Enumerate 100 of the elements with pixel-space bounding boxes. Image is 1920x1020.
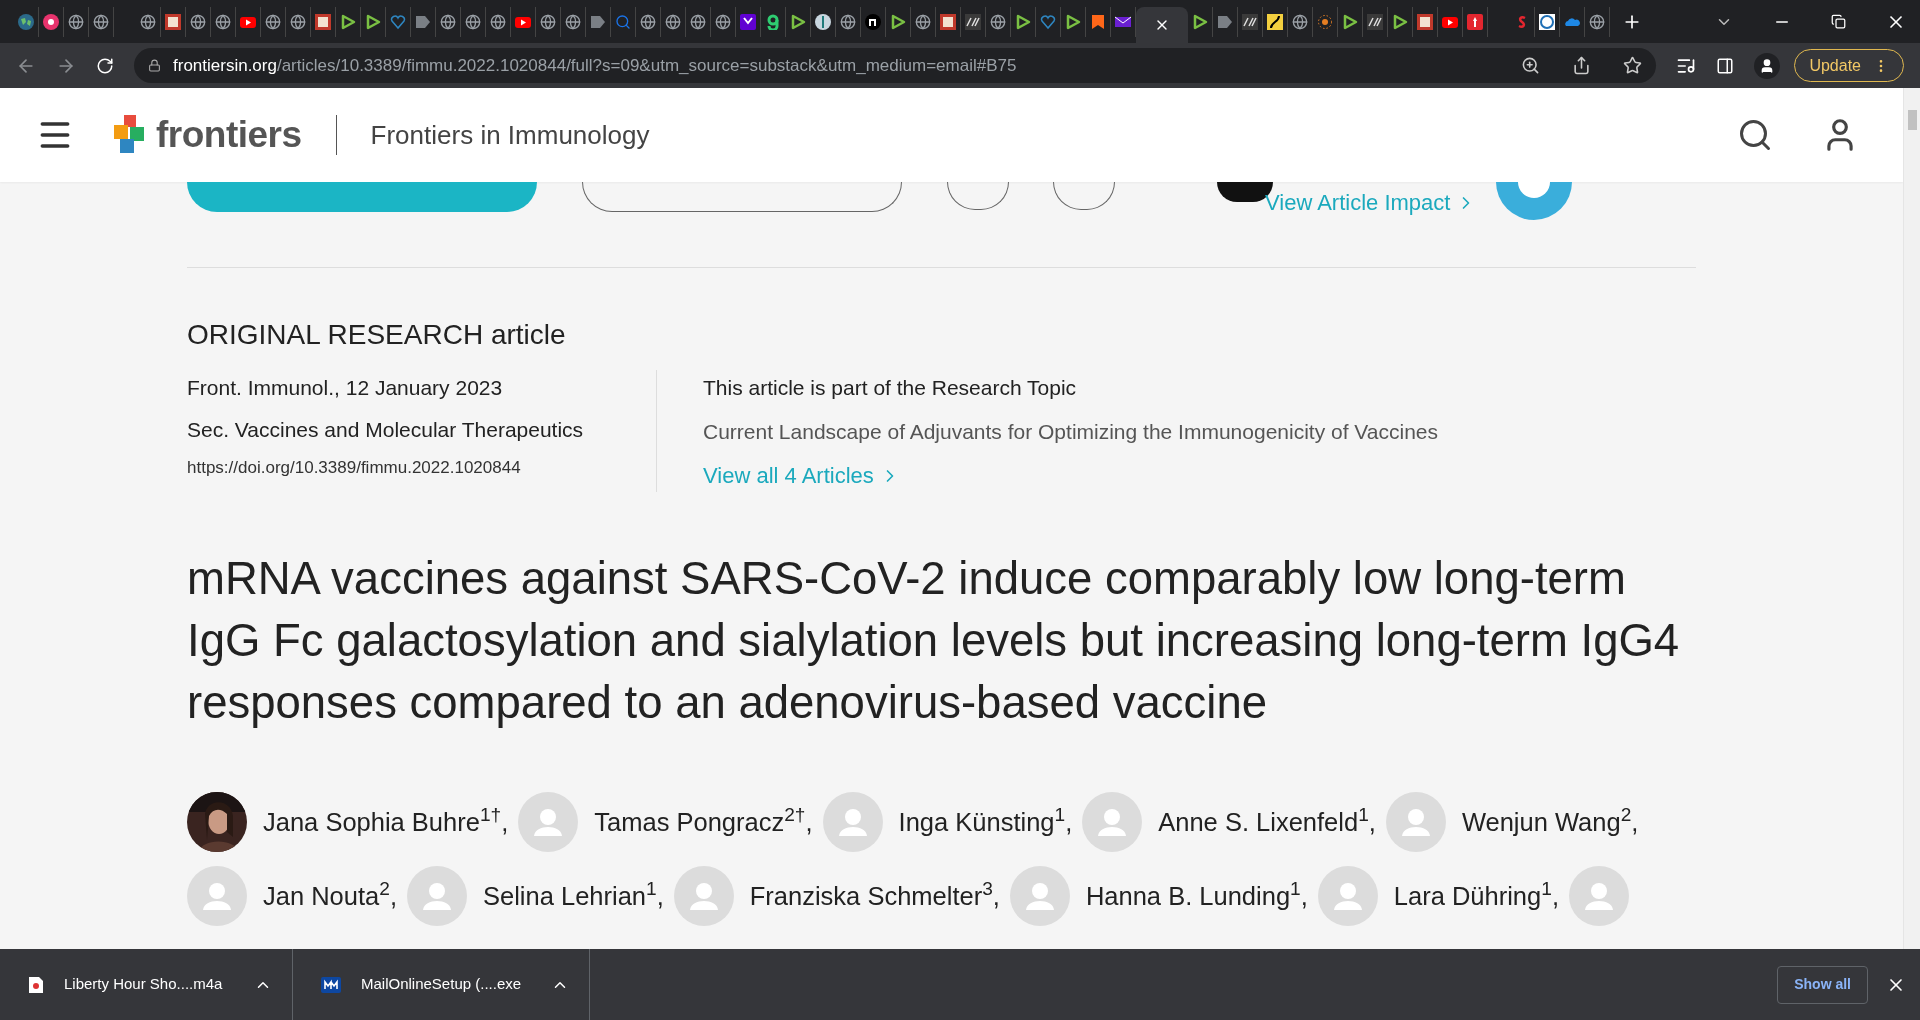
search-icon xyxy=(615,13,631,30)
scribble-icon xyxy=(1242,13,1258,30)
restore-icon[interactable] xyxy=(1831,14,1846,29)
globe-icon xyxy=(915,13,931,30)
journal-date: Front. Immunol., 12 January 2023 xyxy=(187,375,504,401)
globe-icon xyxy=(93,13,109,30)
square-icon xyxy=(315,13,331,30)
sun-icon xyxy=(1317,13,1333,30)
play-icon xyxy=(1392,13,1408,30)
globe-icon xyxy=(68,13,84,30)
avatar-icon xyxy=(518,792,579,852)
globe-icon xyxy=(440,13,456,30)
scribble-icon xyxy=(1367,13,1383,30)
avatar-icon xyxy=(1568,866,1629,926)
chevron-icon xyxy=(1217,13,1233,30)
doi-link[interactable]: https://doi.org/10.3389/fimmu.2022.1020844 xyxy=(187,455,646,481)
article-title: mRNA vaccines against SARS-CoV-2 induce comparably low long-term IgG Fc galactosylation and sialylation levels but increasing long-term IgG4 responses compared to an adenovirus-based vaccine xyxy=(187,552,1681,730)
reload-icon[interactable] xyxy=(96,56,114,75)
avatar-icon xyxy=(1317,866,1378,926)
address-field[interactable]: frontiersin.org/articles/10.3389/fimmu.2022.1020844/full?s=09&utm_source=substack&utm_medium=email#B75 xyxy=(134,48,1657,83)
globe-icon xyxy=(215,13,231,30)
author-name[interactable]: Wenjun Wang$^{2}$, xyxy=(1461,802,1639,842)
globe-icon xyxy=(490,13,506,30)
profile-icon[interactable] xyxy=(1754,52,1781,79)
torch-icon xyxy=(1467,13,1483,30)
play-icon xyxy=(890,13,906,30)
play-icon xyxy=(1015,13,1031,30)
author-name[interactable]: Lara Dühring$^{1}$, xyxy=(1393,876,1559,916)
play-icon xyxy=(1342,13,1358,30)
square-icon xyxy=(740,13,756,30)
e-mark-icon xyxy=(1539,13,1555,30)
earth-icon xyxy=(18,13,34,30)
show-all-button[interactable]: Show all xyxy=(1777,965,1868,1004)
bookmark-star-icon[interactable] xyxy=(1623,56,1643,75)
section-name[interactable]: Sec. Vaccines and Molecular Therapeutics xyxy=(187,413,646,445)
author-name[interactable]: Hanna B. Lunding$^{1}$, xyxy=(1085,876,1308,916)
globe-icon xyxy=(840,13,856,30)
globe-icon xyxy=(290,13,306,30)
globe-icon xyxy=(190,13,206,30)
download-item[interactable]: MailOnlineSetup (....exe xyxy=(293,949,590,1020)
avatar-icon xyxy=(187,866,247,926)
play-icon xyxy=(1192,13,1208,30)
avatar-icon xyxy=(1009,866,1070,926)
journal-name[interactable]: Frontiers in Immunology xyxy=(370,115,650,155)
chevron-icon xyxy=(415,13,431,30)
lock-icon xyxy=(148,59,161,72)
play-icon xyxy=(365,13,381,30)
file-name: Liberty Hour Sho....m4a xyxy=(64,974,224,995)
play-icon xyxy=(790,13,806,30)
square-icon xyxy=(165,13,181,30)
globe-icon xyxy=(465,13,481,30)
avatar-icon xyxy=(1385,792,1446,852)
globe-icon xyxy=(565,13,581,30)
topic-intro: This article is part of the Research Topic xyxy=(703,375,1078,401)
play-icon xyxy=(340,13,356,30)
globe-icon xyxy=(640,13,656,30)
sign-icon xyxy=(1267,13,1283,30)
globe-icon xyxy=(690,13,706,30)
author-name[interactable]: Jana Sophia Buhre$^{1†}$, xyxy=(263,802,509,842)
avatar-icon xyxy=(822,792,883,852)
circle-icon xyxy=(865,13,881,30)
file-name: MailOnlineSetup (....exe xyxy=(361,974,523,995)
globe-icon xyxy=(1292,13,1308,30)
share-icon[interactable] xyxy=(1572,56,1592,75)
globe-icon xyxy=(1589,13,1605,30)
scrollbar[interactable] xyxy=(1903,88,1920,949)
medical-icon xyxy=(815,13,831,30)
globe-icon xyxy=(665,13,681,30)
globe-icon xyxy=(715,13,731,30)
globe-icon xyxy=(140,13,156,30)
file-icon xyxy=(28,975,44,994)
topic-title[interactable]: Current Landscape of Adjuvants for Optimizing the Immunogenicity of Vaccines xyxy=(703,415,1438,447)
article-type: ORIGINAL RESEARCH article xyxy=(187,318,567,352)
author-name[interactable]: Inga Künsting$^{1}$, xyxy=(898,802,1073,842)
globe-icon xyxy=(990,13,1006,30)
author-name[interactable]: Selina Lehrian$^{1}$, xyxy=(483,876,664,916)
heart-icon xyxy=(390,13,406,30)
scribble-icon xyxy=(965,13,981,30)
author-name[interactable]: Anne S. Lixenfeld$^{1}$, xyxy=(1158,802,1376,842)
author-name[interactable]: Jan Nouta$^{2}$, xyxy=(263,876,397,916)
zoom-icon[interactable] xyxy=(1521,56,1541,75)
site-logo[interactable]: frontiers xyxy=(156,107,302,163)
side-panel-icon[interactable] xyxy=(1716,56,1735,75)
hook-icon xyxy=(765,13,781,30)
flower-icon xyxy=(43,13,59,30)
chevron-icon xyxy=(590,13,606,30)
avatar-icon xyxy=(1082,792,1143,852)
avatar-icon xyxy=(673,866,734,926)
search-icon[interactable] xyxy=(1737,117,1773,153)
author-name[interactable]: Tamas Pongracz$^{2†}$, xyxy=(594,802,813,842)
square-icon xyxy=(1417,13,1433,30)
download-item[interactable]: Liberty Hour Sho....m4a xyxy=(0,949,293,1020)
bookmark-icon xyxy=(1090,13,1106,30)
url-text: frontiersin.org/articles/10.3389/fimmu.2022.1020844/full?s=09&utm_source=substack&utm_medium=email#B75 xyxy=(173,54,1017,77)
square-icon xyxy=(940,13,956,30)
globe-icon xyxy=(540,13,556,30)
play-icon xyxy=(1065,13,1081,30)
avatar-icon xyxy=(407,866,467,926)
app-logo-icon xyxy=(321,976,341,993)
author-name[interactable]: Franziska Schmelter$^{3}$, xyxy=(749,876,1000,916)
